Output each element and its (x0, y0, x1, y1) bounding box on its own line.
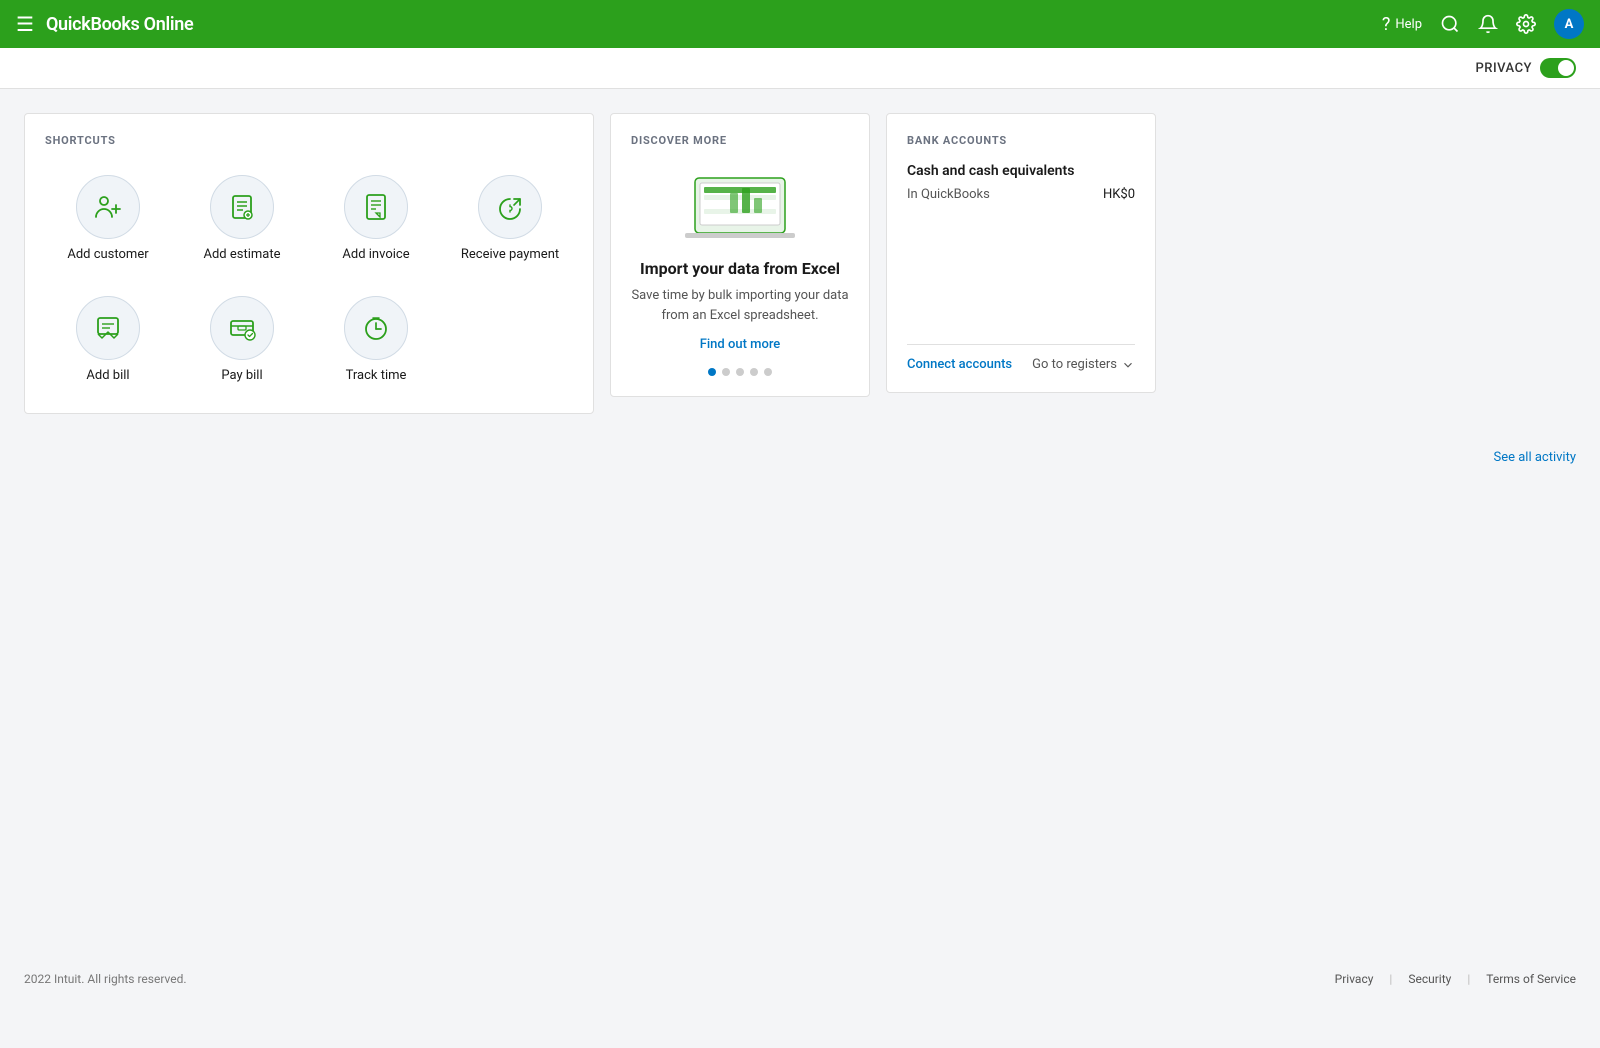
help-label: Help (1395, 17, 1422, 32)
payment-icon (494, 191, 526, 223)
add-bill-label: Add bill (86, 368, 129, 385)
receive-payment-icon-wrap (478, 175, 542, 239)
shortcuts-row2: Add bill Pay bill (45, 288, 573, 393)
track-time-label: Track time (346, 368, 407, 385)
dot-2[interactable] (722, 368, 730, 376)
shortcuts-title: SHORTCUTS (45, 134, 573, 147)
see-all-activity-link[interactable]: See all activity (1493, 450, 1576, 465)
topnav: ☰ QuickBooks Online ? Help A (0, 0, 1600, 48)
shortcut-track-time[interactable]: Track time (313, 288, 439, 393)
privacy-link[interactable]: Privacy (1335, 972, 1374, 986)
excel-illustration (680, 163, 800, 243)
shortcuts-card: SHORTCUTS Add customer (24, 113, 594, 414)
connect-accounts-link[interactable]: Connect accounts (907, 357, 1012, 372)
bell-icon (1478, 14, 1498, 34)
notifications-button[interactable] (1478, 14, 1498, 34)
terms-link[interactable]: Terms of Service (1486, 972, 1576, 986)
track-time-icon-wrap (344, 296, 408, 360)
invoice-icon (360, 191, 392, 223)
empty-cell (447, 288, 573, 393)
settings-button[interactable] (1516, 14, 1536, 34)
dot-1[interactable] (708, 368, 716, 376)
bill-icon (92, 312, 124, 344)
estimate-icon (226, 191, 258, 223)
privacy-toggle[interactable] (1540, 58, 1576, 78)
discover-text: Save time by bulk importing your data fr… (631, 286, 849, 325)
pay-bill-icon (226, 312, 258, 344)
brand-name: QuickBooks Online (46, 14, 194, 35)
add-estimate-label: Add estimate (203, 247, 280, 264)
footer: 2022 Intuit. All rights reserved. Privac… (0, 958, 1600, 1000)
bank-accounts-title: BANK ACCOUNTS (907, 134, 1135, 147)
privacy-label: PRIVACY (1475, 61, 1532, 76)
receive-payment-label: Receive payment (461, 247, 559, 264)
main-content: SHORTCUTS Add customer (0, 89, 1600, 438)
shortcut-pay-bill[interactable]: Pay bill (179, 288, 305, 393)
activity-bar: See all activity (0, 438, 1600, 477)
in-quickbooks-label: In QuickBooks (907, 187, 990, 202)
discover-heading: Import your data from Excel (640, 259, 840, 278)
discover-title: DISCOVER MORE (631, 134, 727, 147)
gear-icon (1516, 14, 1536, 34)
add-bill-icon-wrap (76, 296, 140, 360)
people-icon (92, 191, 124, 223)
go-to-registers-label: Go to registers (1032, 357, 1117, 372)
help-icon: ? (1382, 14, 1391, 35)
avatar[interactable]: A (1554, 9, 1584, 39)
add-invoice-icon-wrap (344, 175, 408, 239)
search-button[interactable] (1440, 14, 1460, 34)
dot-5[interactable] (764, 368, 772, 376)
shortcut-add-customer[interactable]: Add customer (45, 167, 171, 272)
shortcut-add-estimate[interactable]: Add estimate (179, 167, 305, 272)
shortcuts-row1: Add customer Add estimate (45, 167, 573, 272)
bank-footer: Connect accounts Go to registers (907, 344, 1135, 372)
security-link[interactable]: Security (1408, 972, 1451, 986)
cash-equivalents-label: Cash and cash equivalents (907, 163, 1135, 179)
clock-icon (360, 312, 392, 344)
copyright-text: 2022 Intuit. All rights reserved. (24, 972, 187, 986)
privacy-bar: PRIVACY (0, 48, 1600, 89)
hamburger-icon[interactable]: ☰ (16, 12, 34, 36)
search-icon (1440, 14, 1460, 34)
find-out-more-link[interactable]: Find out more (700, 337, 781, 352)
footer-links: Privacy | Security | Terms of Service (1335, 972, 1576, 986)
add-customer-label: Add customer (67, 247, 148, 264)
bank-accounts-card: BANK ACCOUNTS Cash and cash equivalents … (886, 113, 1156, 393)
add-customer-icon-wrap (76, 175, 140, 239)
help-button[interactable]: ? Help (1382, 14, 1422, 35)
pay-bill-label: Pay bill (221, 368, 262, 385)
go-to-registers-button[interactable]: Go to registers (1032, 357, 1135, 372)
toggle-thumb (1558, 60, 1574, 76)
add-invoice-label: Add invoice (342, 247, 409, 264)
add-estimate-icon-wrap (210, 175, 274, 239)
shortcut-add-invoice[interactable]: Add invoice (313, 167, 439, 272)
pay-bill-icon-wrap (210, 296, 274, 360)
discover-card: DISCOVER MORE Import your data from Exce… (610, 113, 870, 397)
bank-balance-row: In QuickBooks HK$0 (907, 187, 1135, 202)
bank-amount: HK$0 (1103, 187, 1135, 202)
carousel-dots (708, 368, 772, 376)
chevron-down-icon (1121, 358, 1135, 372)
shortcut-add-bill[interactable]: Add bill (45, 288, 171, 393)
dot-4[interactable] (750, 368, 758, 376)
shortcut-receive-payment[interactable]: Receive payment (447, 167, 573, 272)
dot-3[interactable] (736, 368, 744, 376)
